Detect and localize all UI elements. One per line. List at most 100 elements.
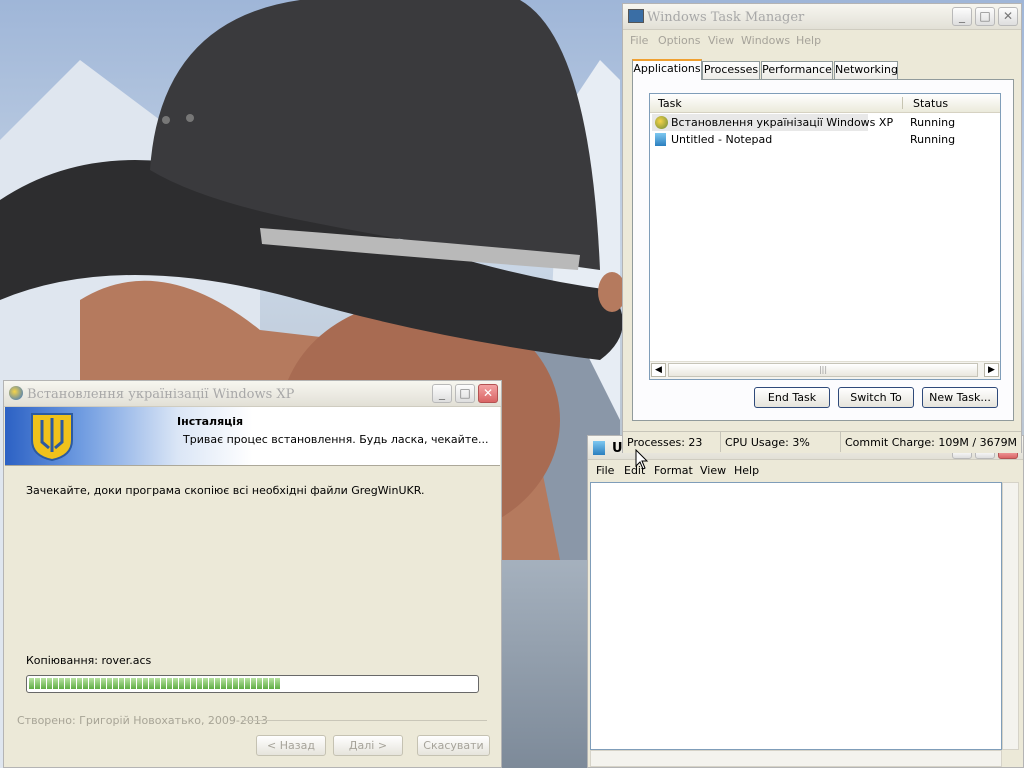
progress-segment <box>29 678 34 689</box>
progress-segment <box>269 678 274 689</box>
task-status: Running <box>910 133 956 146</box>
progress-segment <box>245 678 250 689</box>
new-task-button[interactable]: New Task... <box>922 387 998 408</box>
notepad-vertical-scrollbar[interactable] <box>1002 482 1019 750</box>
progress-segment <box>239 678 244 689</box>
notepad-menu-format[interactable]: Format <box>654 464 693 477</box>
task-list-hscrollbar[interactable]: ◀ ||| ▶ <box>650 361 1000 379</box>
progress-segment <box>113 678 118 689</box>
progress-segment <box>95 678 100 689</box>
progress-segment <box>83 678 88 689</box>
progress-segment <box>161 678 166 689</box>
progress-segment <box>167 678 172 689</box>
task-manager-titlebar[interactable]: Windows Task Manager _ □ ✕ <box>623 4 1021 30</box>
installer-header-subtitle: Триває процес встановлення. Будь ласка, … <box>183 433 489 446</box>
mouse-cursor-icon <box>635 449 649 470</box>
tab-performance[interactable]: Performance <box>761 61 833 79</box>
progress-segment <box>173 678 178 689</box>
progress-segment <box>101 678 106 689</box>
scroll-thumb[interactable]: ||| <box>668 363 978 377</box>
progress-segment <box>191 678 196 689</box>
tm-close-button[interactable]: ✕ <box>998 7 1018 26</box>
notepad-menu-file[interactable]: File <box>596 464 614 477</box>
progress-segment <box>125 678 130 689</box>
task-list: Task Status Встановлення українізації Wi… <box>649 93 1001 380</box>
progress-segment <box>203 678 208 689</box>
progress-segment <box>131 678 136 689</box>
progress-segment <box>119 678 124 689</box>
tm-menu-file[interactable]: File <box>630 34 648 47</box>
trident-logo-icon <box>31 413 73 462</box>
installer-message: Зачекайте, доки програма скопіює всі нео… <box>26 484 425 497</box>
maximize-button[interactable]: □ <box>455 384 475 403</box>
task-manager-app-icon <box>628 9 644 23</box>
task-manager-window: Windows Task Manager _ □ ✕ File Options … <box>622 3 1022 453</box>
next-button[interactable]: Далі > <box>333 735 403 756</box>
credits-divider <box>242 720 487 721</box>
installer-title: Встановлення українізації Windows XP <box>27 387 295 402</box>
tm-menu-options[interactable]: Options <box>658 34 700 47</box>
task-row[interactable]: Untitled - Notepad Running <box>650 131 1000 148</box>
back-button[interactable]: < Назад <box>256 735 326 756</box>
task-row[interactable]: Встановлення українізації Windows XP Run… <box>650 114 1000 131</box>
task-manager-title: Windows Task Manager <box>647 10 805 25</box>
notepad-window: U File Edit Format View Help <box>587 435 1024 768</box>
progress-segment <box>257 678 262 689</box>
tm-maximize-button[interactable]: □ <box>975 7 995 26</box>
end-task-button[interactable]: End Task <box>754 387 830 408</box>
switch-to-button[interactable]: Switch To <box>838 387 914 408</box>
installer-titlebar[interactable]: Встановлення українізації Windows XP _ □… <box>4 381 501 407</box>
column-header-status[interactable]: Status <box>913 97 948 110</box>
progress-segment <box>41 678 46 689</box>
progress-segment <box>185 678 190 689</box>
progress-segment <box>71 678 76 689</box>
installer-window: Встановлення українізації Windows XP _ □… <box>3 380 502 768</box>
cancel-button[interactable]: Скасувати <box>417 735 490 756</box>
tm-menu-view[interactable]: View <box>708 34 734 47</box>
notepad-text-area[interactable] <box>590 482 1002 750</box>
progress-segment <box>143 678 148 689</box>
notepad-menu-view[interactable]: View <box>700 464 726 477</box>
progress-segment <box>209 678 214 689</box>
progress-segment <box>137 678 142 689</box>
installer-header-title: Інсталяція <box>177 415 244 428</box>
progress-segment <box>155 678 160 689</box>
progress-segment <box>53 678 58 689</box>
task-name: Встановлення українізації Windows XP <box>671 116 894 129</box>
progress-segment <box>35 678 40 689</box>
tab-processes[interactable]: Processes <box>702 61 760 79</box>
notepad-app-icon <box>593 441 605 455</box>
progress-segment <box>221 678 226 689</box>
progress-segment <box>47 678 52 689</box>
notepad-task-icon <box>655 133 666 146</box>
progress-segment <box>227 678 232 689</box>
task-name: Untitled - Notepad <box>671 133 773 146</box>
progress-segment <box>77 678 82 689</box>
tab-applications[interactable]: Applications <box>632 59 702 80</box>
copy-status-label: Копіювання: rover.acs <box>26 654 152 667</box>
progress-segment <box>179 678 184 689</box>
column-divider <box>902 97 903 109</box>
progress-segment <box>197 678 202 689</box>
tm-menu-windows[interactable]: Windows <box>741 34 790 47</box>
progress-segment <box>251 678 256 689</box>
scroll-right-button[interactable]: ▶ <box>984 363 999 377</box>
tab-networking[interactable]: Networking <box>834 61 898 79</box>
minimize-button[interactable]: _ <box>432 384 452 403</box>
tm-menu-help[interactable]: Help <box>796 34 821 47</box>
tm-minimize-button[interactable]: _ <box>952 7 972 26</box>
notepad-horizontal-scrollbar[interactable] <box>590 750 1002 767</box>
progress-segment <box>107 678 112 689</box>
close-button[interactable]: ✕ <box>478 384 498 403</box>
task-list-header: Task Status <box>650 94 1000 113</box>
install-progress-fill <box>29 678 476 690</box>
tm-status-bar: Processes: 23 CPU Usage: 3% Commit Charg… <box>623 431 1021 453</box>
notepad-menu-help[interactable]: Help <box>734 464 759 477</box>
scroll-left-button[interactable]: ◀ <box>651 363 666 377</box>
progress-segment <box>215 678 220 689</box>
progress-segment <box>89 678 94 689</box>
progress-segment <box>275 678 280 689</box>
column-header-task[interactable]: Task <box>658 97 682 110</box>
progress-segment <box>233 678 238 689</box>
tm-tab-panel: Task Status Встановлення українізації Wi… <box>632 79 1014 421</box>
